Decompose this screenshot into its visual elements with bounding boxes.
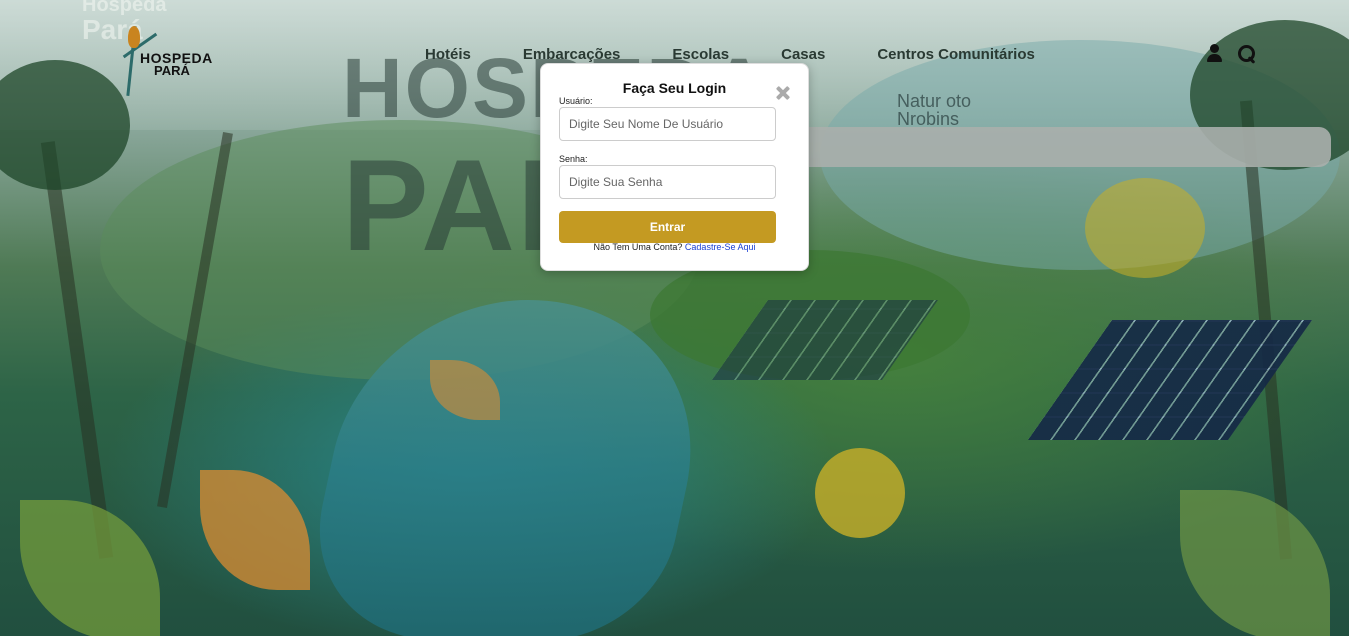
close-icon[interactable] (775, 85, 791, 101)
nav-item-casas[interactable]: Casas (781, 46, 825, 63)
brand-name-line2: PARÁ (154, 63, 190, 78)
signup-prompt: Não Tem Uma Conta? Cadastre-Se Aqui (541, 242, 808, 252)
macaw-icon (128, 26, 140, 48)
login-submit-button[interactable]: Entrar (559, 211, 776, 243)
tree-trunk (40, 141, 114, 559)
username-label: Usuário: (559, 96, 593, 106)
leaf (20, 500, 160, 636)
nav-item-hoteis[interactable]: Hotéis (425, 46, 471, 63)
leaf (1180, 490, 1330, 636)
user-icon[interactable] (1205, 44, 1225, 64)
brand-logo[interactable]: HOSPEDA PARÁ (120, 26, 240, 96)
search-icon[interactable] (1237, 44, 1257, 64)
sun-circle (815, 448, 905, 538)
signup-prompt-text: Não Tem Uma Conta? (593, 242, 683, 252)
sun-circle (1085, 178, 1205, 278)
password-input[interactable] (559, 165, 776, 199)
search-icon-handle (1247, 56, 1256, 64)
modal-title: Faça Seu Login (622, 80, 727, 96)
user-icon-body (1207, 54, 1222, 62)
header-icons (1205, 44, 1257, 64)
username-input[interactable] (559, 107, 776, 141)
nav-item-centros-comunitarios[interactable]: Centros Comunitários (877, 46, 1035, 63)
password-label: Senha: (559, 154, 588, 164)
signup-link[interactable]: Cadastre-Se Aqui (685, 242, 756, 252)
user-icon-head (1210, 44, 1219, 53)
leaf (200, 470, 310, 590)
hero-search-bar[interactable] (770, 127, 1331, 167)
main-nav: Hotéis Embarcações Escolas Casas Centros… (425, 46, 1087, 63)
nav-item-embarcacoes[interactable]: Embarcações (523, 46, 621, 63)
nav-item-escolas[interactable]: Escolas (672, 46, 729, 63)
login-modal: Faça Seu Login Usuário: Senha: Entrar Nã… (540, 63, 809, 271)
